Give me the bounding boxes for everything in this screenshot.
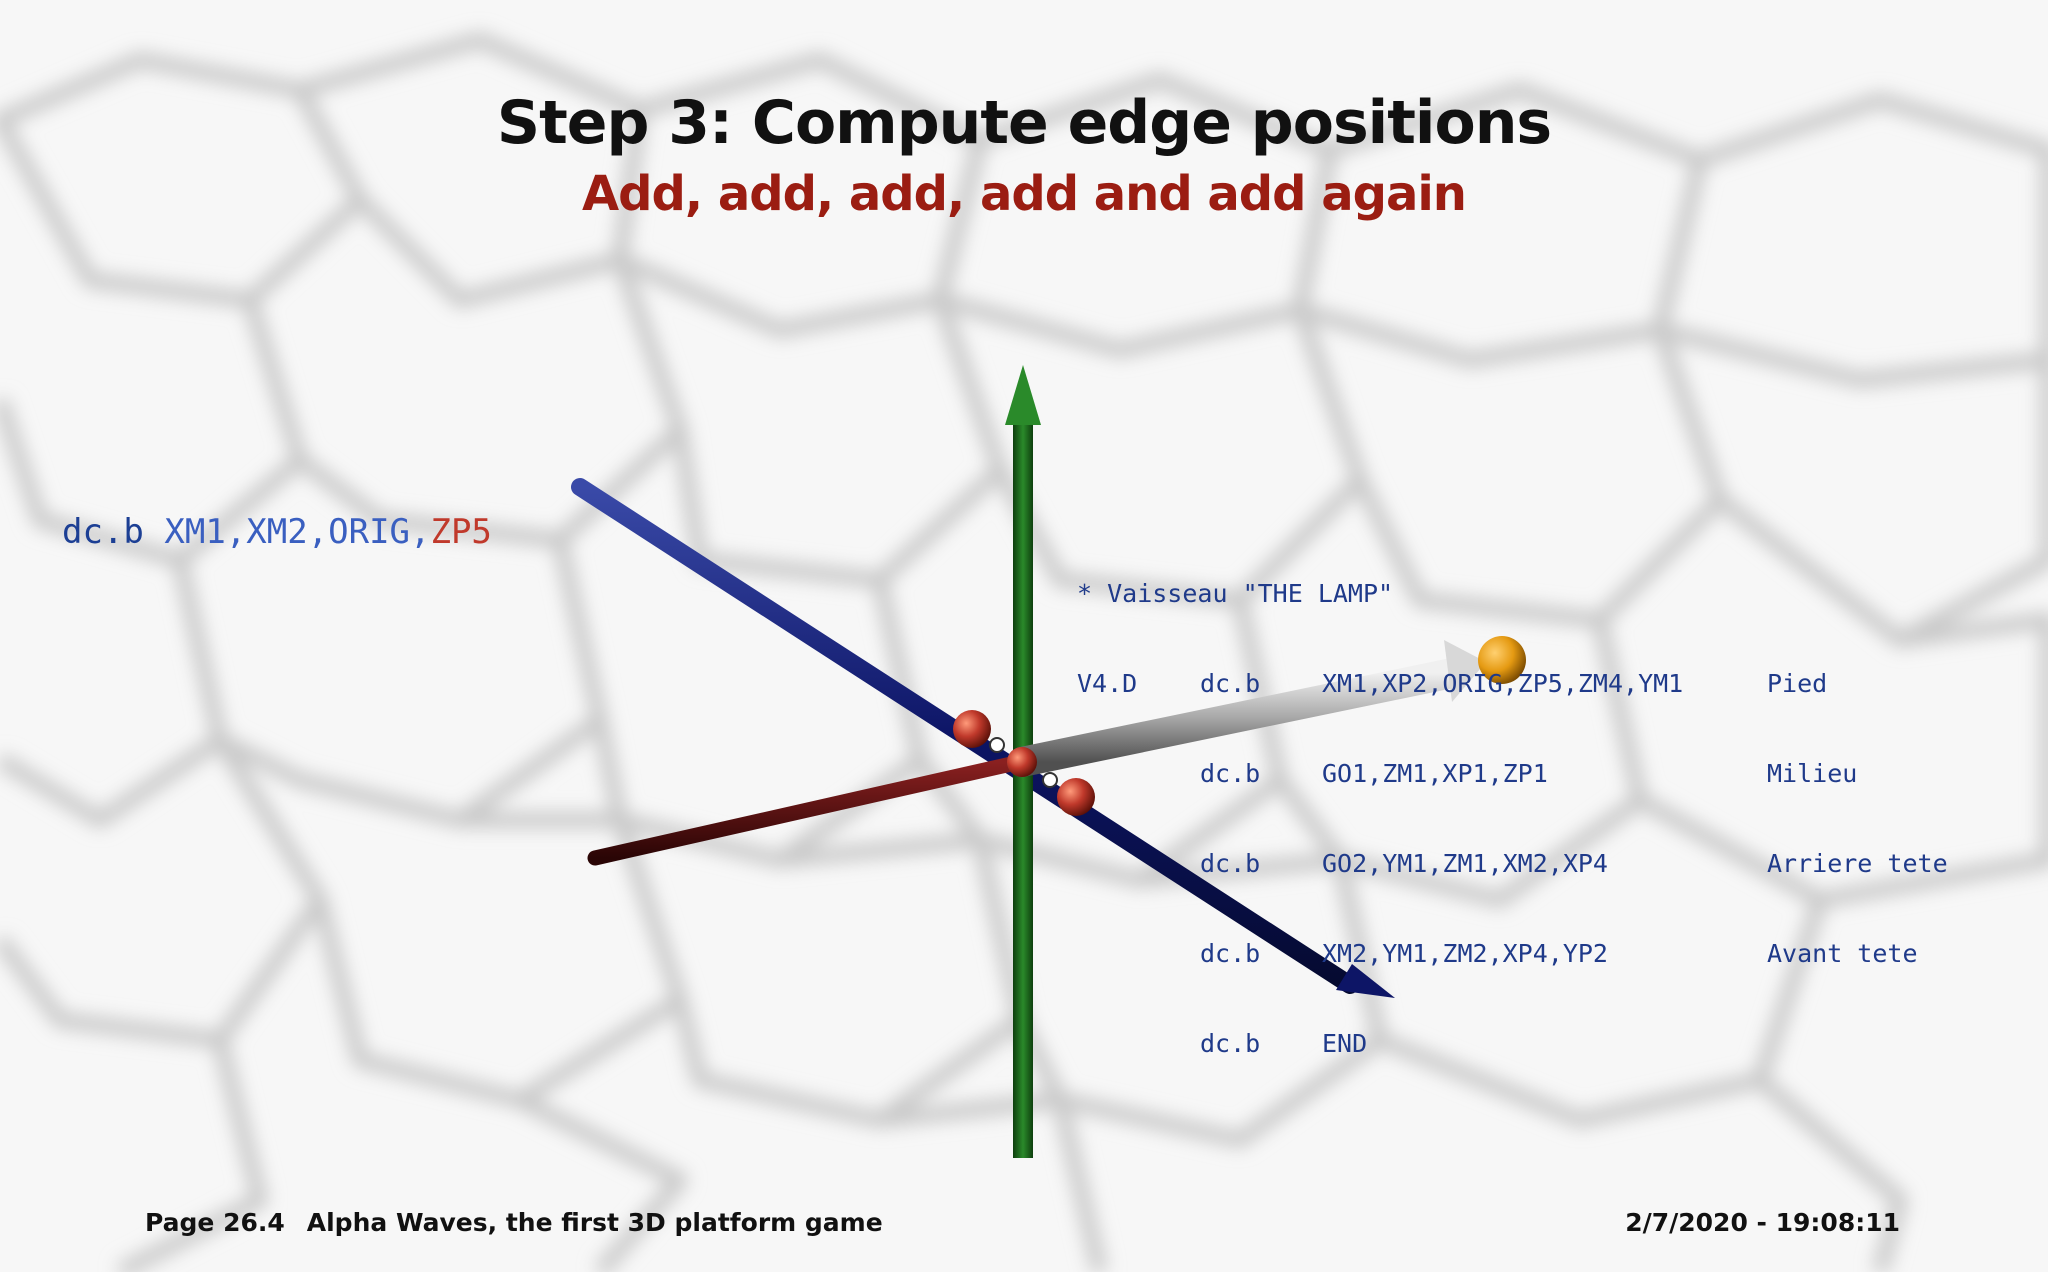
listing-comment: Arriere tete <box>1767 849 1948 878</box>
listing-row: V4.D dc.b XM1,XP2,ORIG,ZP5,ZM4,YM1 Pied <box>1077 669 1827 699</box>
vertex-marker <box>953 710 991 748</box>
listing-label: V4.D <box>1077 669 1138 698</box>
code-listing: * Vaisseau "THE LAMP" V4.D dc.b XM1,XP2,… <box>1077 519 1948 1089</box>
listing-row: dc.b XM2,YM1,ZM2,XP4,YP2 Avant tete <box>1077 939 1918 969</box>
listing-args: END <box>1322 1029 1368 1058</box>
vertex-marker <box>1007 747 1037 777</box>
listing-row: dc.b GO1,ZM1,XP1,ZP1 Milieu <box>1077 759 1857 789</box>
listing-mnemonic: dc.b <box>1200 1029 1261 1058</box>
footer-timestamp: 2/7/2020 - 19:08:11 <box>1625 1208 1900 1237</box>
document-title: Alpha Waves, the first 3D platform game <box>306 1208 883 1237</box>
listing-row: dc.b END <box>1077 1029 1367 1059</box>
listing-row: dc.b GO2,YM1,ZM1,XM2,XP4 Arriere tete <box>1077 849 1948 879</box>
bead <box>1042 772 1058 788</box>
axis-y <box>1013 420 1033 1158</box>
axis-x-arrowhead <box>1336 964 1395 998</box>
axis-z <box>587 754 1028 866</box>
listing-args: GO1,ZM1,XP1,ZP1 <box>1322 759 1548 788</box>
listing-mnemonic: dc.b <box>1200 669 1261 698</box>
bead <box>989 737 1005 753</box>
listing-mnemonic: dc.b <box>1200 759 1261 788</box>
footer-left: Page 26.4 Alpha Waves, the first 3D platf… <box>145 1208 883 1237</box>
listing-args: XM1,XP2,ORIG,ZP5,ZM4,YM1 <box>1322 669 1684 698</box>
listing-args: GO2,YM1,ZM1,XM2,XP4 <box>1322 849 1608 878</box>
listing-comment: Milieu <box>1767 759 1858 788</box>
listing-header: * Vaisseau "THE LAMP" <box>1077 579 1394 608</box>
axes-illustration <box>571 365 1526 1158</box>
page-number: Page 26.4 <box>145 1208 285 1237</box>
listing-comment: Avant tete <box>1767 939 1918 968</box>
axis-y-arrowhead <box>1005 365 1041 425</box>
listing-mnemonic: dc.b <box>1200 849 1261 878</box>
listing-comment: Pied <box>1767 669 1828 698</box>
listing-mnemonic: dc.b <box>1200 939 1261 968</box>
listing-args: XM2,YM1,ZM2,XP4,YP2 <box>1322 939 1608 968</box>
listing-header-row: * Vaisseau "THE LAMP" <box>1077 579 1393 609</box>
